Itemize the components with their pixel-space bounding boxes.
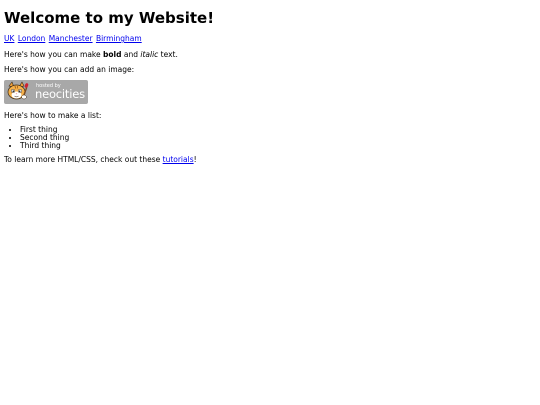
things-list: First thing Second thing Third thing (4, 126, 536, 150)
image-paragraph: Here's how you can add an image: (4, 65, 135, 74)
neocities-badge[interactable]: hosted by neocities (4, 80, 88, 104)
list-item: First thing (20, 126, 536, 134)
bold-line-middle: and (121, 50, 141, 59)
neocities-cat-icon (7, 81, 29, 100)
bold-italic-paragraph: Here's how you can make bold and italic … (4, 50, 536, 60)
nav-link-london[interactable]: London (18, 34, 46, 43)
page: Welcome to my Website! UK London Manches… (4, 0, 536, 165)
bold-text: bold (103, 50, 122, 59)
learn-more-paragraph: To learn more HTML/CSS, check out these … (4, 155, 536, 165)
bold-line-suffix: text. (158, 50, 178, 59)
badge-brand-text: neocities (35, 87, 85, 101)
list-intro-paragraph: Here's how to make a list: (4, 111, 102, 120)
nav-link-birmingham[interactable]: Birmingham (96, 34, 142, 43)
italic-text: italic (140, 50, 159, 59)
learn-line-suffix: ! (193, 155, 197, 164)
list-item: Second thing (20, 134, 536, 142)
tutorials-link[interactable]: tutorials (163, 155, 194, 164)
page-title: Welcome to my Website! (4, 9, 215, 27)
nav-link-uk[interactable]: UK (4, 34, 14, 43)
bold-line-prefix: Here's how you can make (4, 50, 103, 59)
nav-link-manchester[interactable]: Manchester (49, 34, 93, 43)
list-item: Third thing (20, 142, 536, 150)
learn-line-prefix: To learn more HTML/CSS, check out these (4, 155, 163, 164)
nav-links: UK London Manchester Birmingham (4, 34, 536, 44)
